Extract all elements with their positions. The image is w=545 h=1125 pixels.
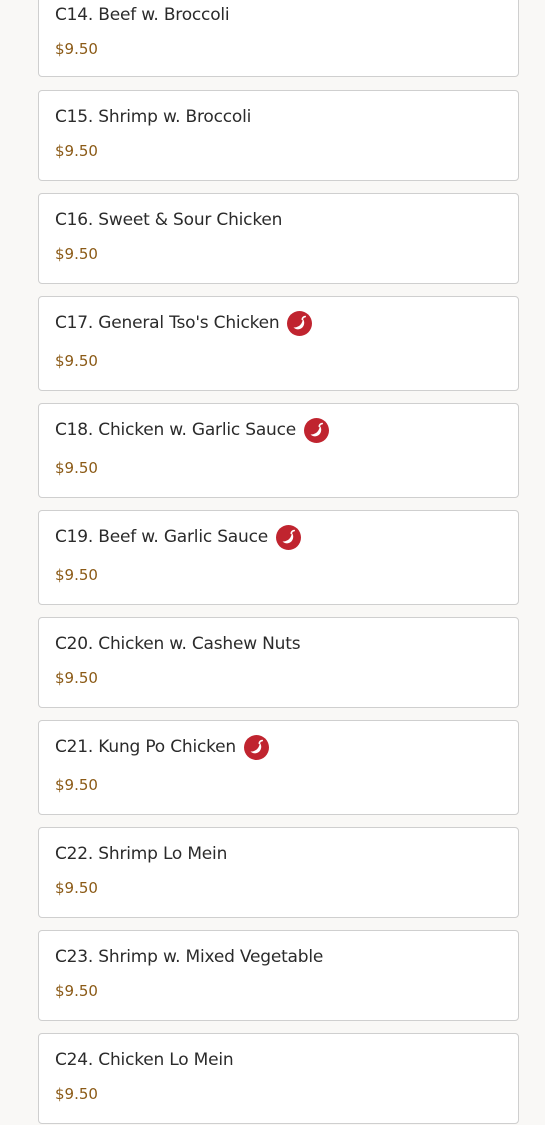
menu-item-card[interactable]: C15. Shrimp w. Broccoli $9.50 xyxy=(38,90,519,181)
menu-item-price: $9.50 xyxy=(55,142,98,160)
menu-item-card[interactable]: C14. Beef w. Broccoli $9.50 xyxy=(38,0,519,77)
menu-item-price: $9.50 xyxy=(55,776,98,794)
menu-item-name: C16. Sweet & Sour Chicken xyxy=(55,210,283,230)
menu-item-card[interactable]: C16. Sweet & Sour Chicken $9.50 xyxy=(38,193,519,284)
menu-item-name: C19. Beef w. Garlic Sauce xyxy=(55,527,268,547)
menu-item-name: C15. Shrimp w. Broccoli xyxy=(55,107,252,127)
menu-item-name: C18. Chicken w. Garlic Sauce xyxy=(55,420,297,440)
menu-item-name: C20. Chicken w. Cashew Nuts xyxy=(55,634,301,654)
menu-item-card[interactable]: C20. Chicken w. Cashew Nuts $9.50 xyxy=(38,617,519,708)
menu-item-price: $9.50 xyxy=(55,1085,98,1103)
menu-item-price: $9.50 xyxy=(55,566,98,584)
chili-pepper-icon xyxy=(304,417,330,443)
menu-item-name: C14. Beef w. Broccoli xyxy=(55,5,230,25)
menu-item-price: $9.50 xyxy=(55,352,98,370)
menu-item-list: C14. Beef w. Broccoli $9.50 C15. Shrimp … xyxy=(0,0,545,1125)
menu-item-price: $9.50 xyxy=(55,669,98,687)
menu-item-name: C22. Shrimp Lo Mein xyxy=(55,844,228,864)
menu-item-card[interactable]: C21. Kung Po Chicken $9.50 xyxy=(38,720,519,815)
menu-item-price: $9.50 xyxy=(55,459,98,477)
menu-item-card[interactable]: C24. Chicken Lo Mein $9.50 xyxy=(38,1033,519,1124)
menu-item-name: C17. General Tso's Chicken xyxy=(55,313,280,333)
menu-item-price: $9.50 xyxy=(55,40,98,58)
menu-item-price: $9.50 xyxy=(55,245,98,263)
menu-item-name: C24. Chicken Lo Mein xyxy=(55,1050,234,1070)
chili-pepper-icon xyxy=(276,524,301,550)
chili-pepper-icon xyxy=(244,734,269,760)
menu-item-card[interactable]: C22. Shrimp Lo Mein $9.50 xyxy=(38,827,519,918)
menu-item-card[interactable]: C17. General Tso's Chicken $9.50 xyxy=(38,296,519,391)
menu-item-name: C23. Shrimp w. Mixed Vegetable xyxy=(55,947,324,967)
chili-pepper-icon xyxy=(287,310,313,336)
menu-item-card[interactable]: C19. Beef w. Garlic Sauce $9.50 xyxy=(38,510,519,605)
menu-item-card[interactable]: C18. Chicken w. Garlic Sauce $9.50 xyxy=(38,403,519,498)
menu-item-name: C21. Kung Po Chicken xyxy=(55,737,236,757)
menu-item-price: $9.50 xyxy=(55,982,98,1000)
menu-item-price: $9.50 xyxy=(55,879,98,897)
menu-item-card[interactable]: C23. Shrimp w. Mixed Vegetable $9.50 xyxy=(38,930,519,1021)
